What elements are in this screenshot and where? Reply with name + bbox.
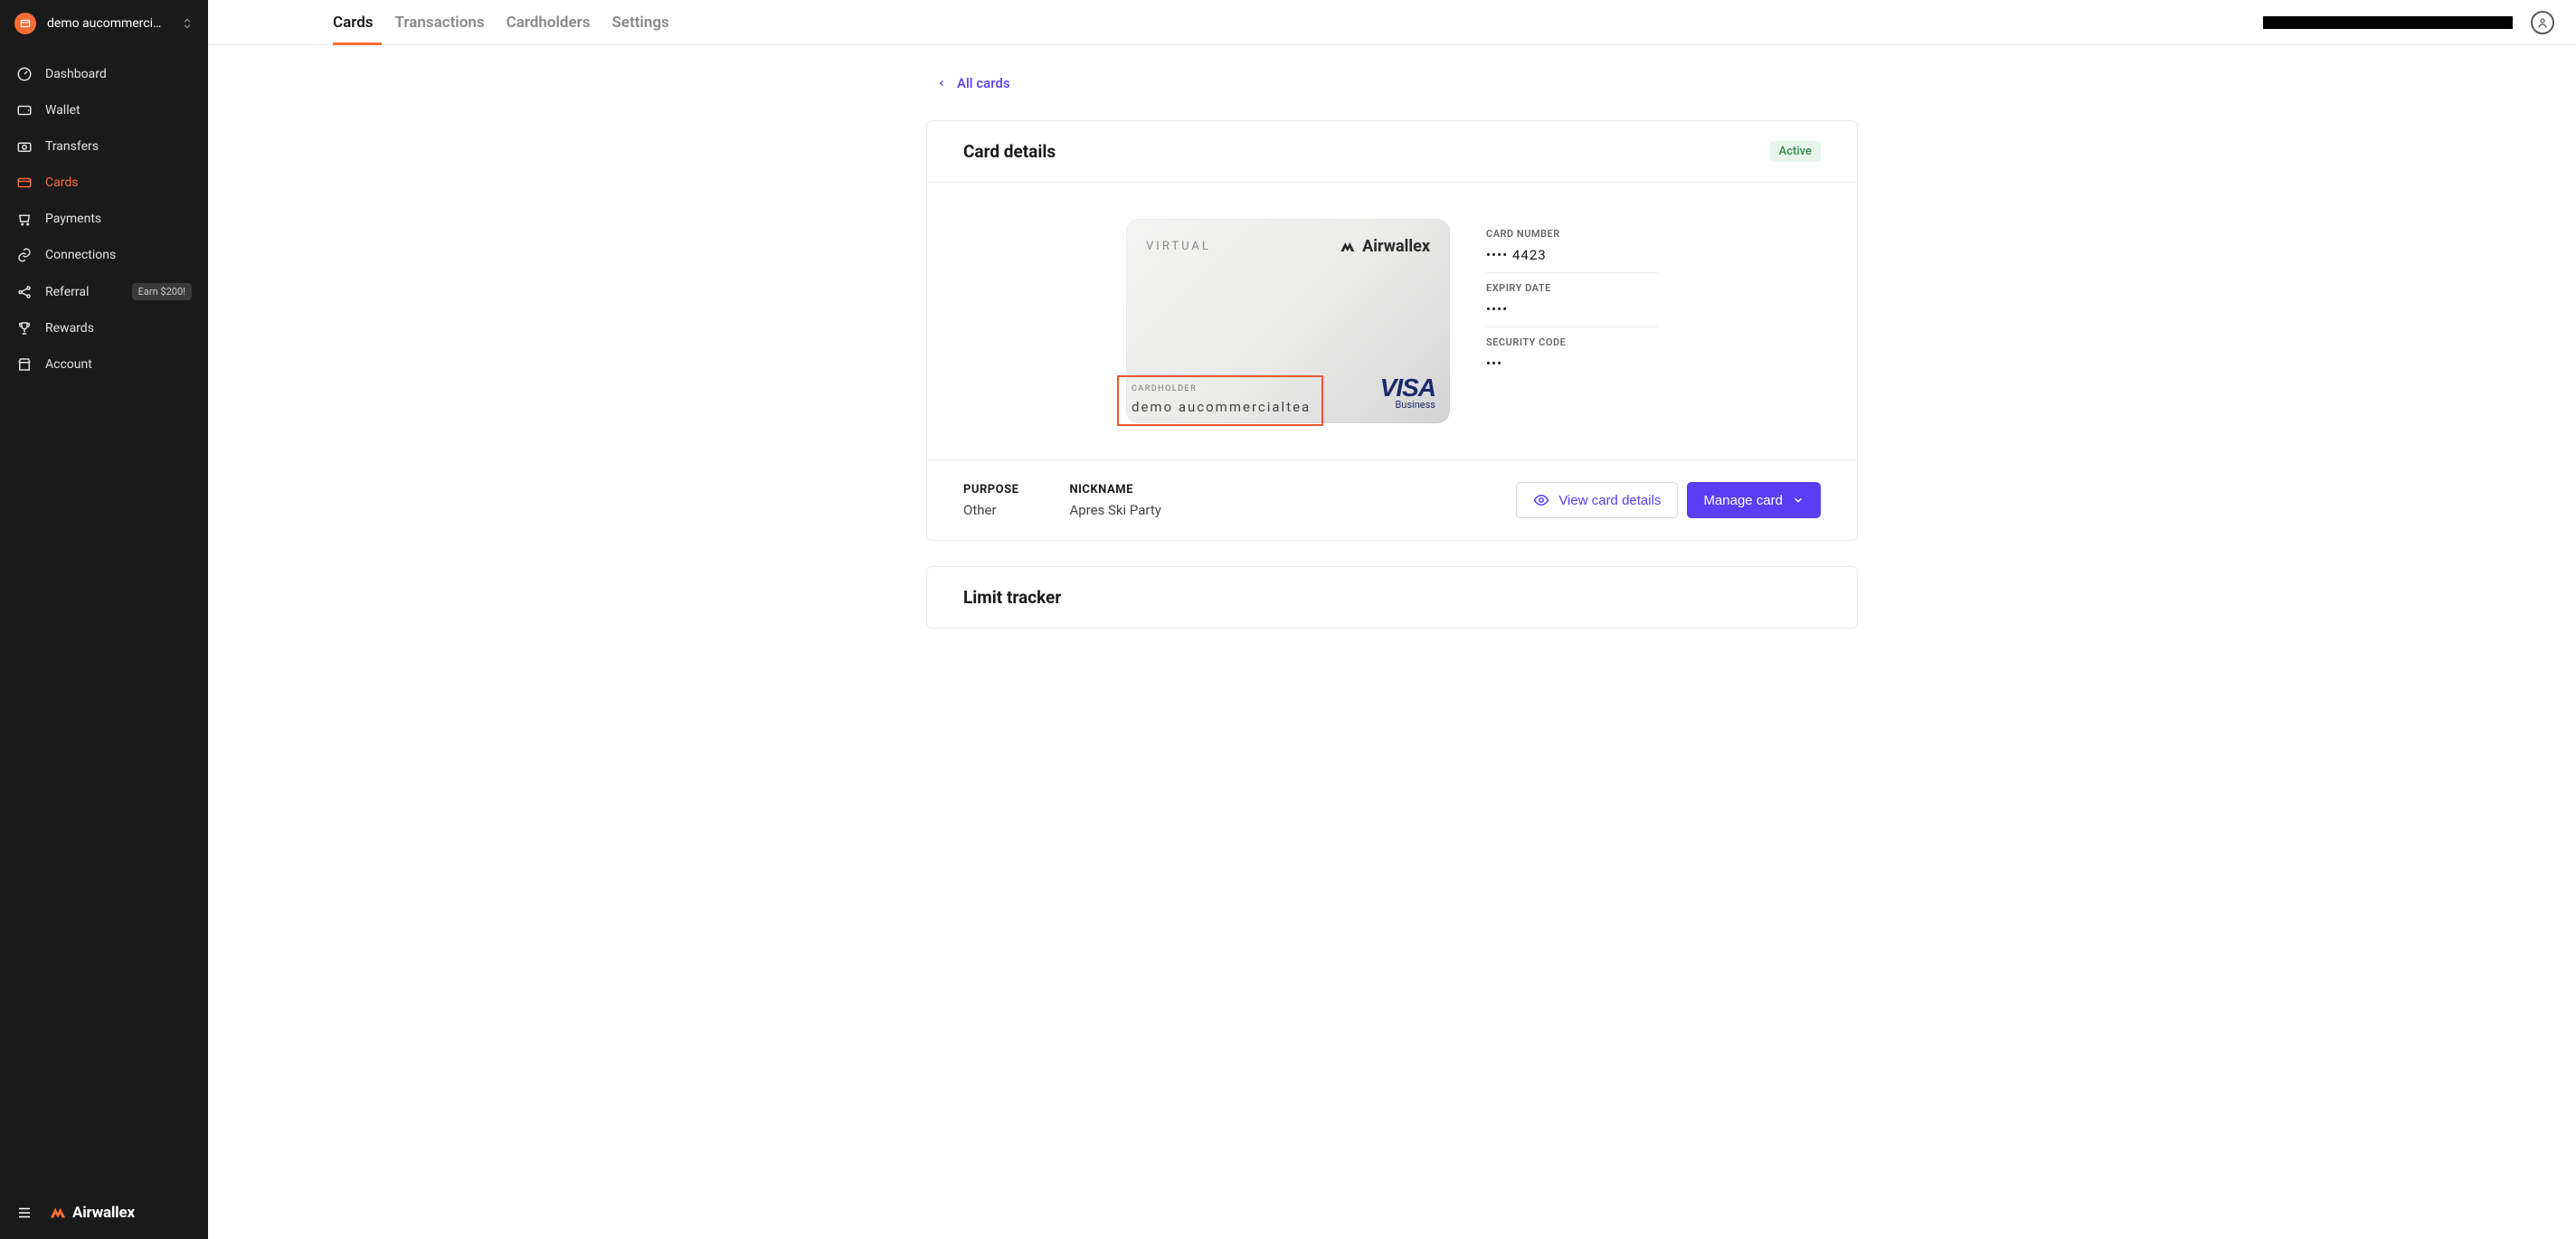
gauge-icon bbox=[16, 66, 33, 82]
tab-label: Transactions bbox=[395, 14, 485, 32]
sidebar: demo aucommerci… Dashboard Wallet Transf… bbox=[0, 0, 208, 1239]
user-icon bbox=[2535, 15, 2550, 30]
wallet-icon bbox=[16, 102, 33, 118]
panel-title: Card details bbox=[963, 141, 1056, 162]
profile-button[interactable] bbox=[2531, 11, 2554, 34]
brand-on-card: Airwallex bbox=[1362, 237, 1430, 256]
nickname-value: Apres Ski Party bbox=[1069, 502, 1160, 518]
cardholder-highlight: CARDHOLDER demo aucommercialtea… bbox=[1117, 375, 1323, 426]
sidebar-item-wallet[interactable]: Wallet bbox=[0, 92, 208, 128]
link-icon bbox=[16, 247, 33, 263]
topbar: Cards Transactions Cardholders Settings bbox=[208, 0, 2576, 45]
sidebar-item-payments[interactable]: Payments bbox=[0, 201, 208, 237]
org-avatar-icon bbox=[14, 13, 36, 34]
chevron-left-icon bbox=[937, 75, 946, 91]
sidebar-nav: Dashboard Wallet Transfers Cards Payment… bbox=[0, 47, 208, 383]
sidebar-item-label: Referral bbox=[45, 285, 89, 299]
purpose-label: PURPOSE bbox=[963, 483, 1018, 497]
tabs: Cards Transactions Cardholders Settings bbox=[333, 1, 669, 44]
tab-cardholders[interactable]: Cardholders bbox=[507, 1, 591, 44]
card-info: CARD NUMBER •••• 4423 EXPIRY DATE •••• S… bbox=[1486, 219, 1658, 423]
limit-tracker-panel: Limit tracker bbox=[926, 566, 1858, 629]
sidebar-item-label: Transfers bbox=[45, 139, 99, 154]
cvc-label: SECURITY CODE bbox=[1486, 336, 1658, 348]
sidebar-item-label: Rewards bbox=[45, 321, 94, 336]
tab-label: Cardholders bbox=[507, 14, 591, 32]
sidebar-item-label: Cards bbox=[45, 175, 78, 190]
sidebar-item-label: Wallet bbox=[45, 103, 80, 118]
eye-icon bbox=[1533, 492, 1549, 508]
view-card-details-button[interactable]: View card details bbox=[1516, 482, 1678, 518]
sidebar-item-label: Payments bbox=[45, 212, 101, 226]
brand-name: Airwallex bbox=[72, 1204, 135, 1222]
cart-icon bbox=[16, 211, 33, 227]
sidebar-item-label: Account bbox=[45, 357, 92, 372]
org-name: demo aucommerci… bbox=[47, 16, 170, 31]
camera-icon bbox=[16, 138, 33, 155]
sidebar-item-cards[interactable]: Cards bbox=[0, 165, 208, 201]
user-email-redacted bbox=[2263, 16, 2513, 29]
main: Cards Transactions Cardholders Settings … bbox=[208, 0, 2576, 1239]
status-badge: Active bbox=[1770, 141, 1821, 162]
airwallex-card-logo: Airwallex bbox=[1338, 237, 1430, 256]
chevron-down-icon bbox=[1792, 494, 1804, 506]
card-icon bbox=[16, 175, 33, 191]
share-icon bbox=[16, 284, 33, 300]
panel-title: Limit tracker bbox=[963, 587, 1061, 608]
virtual-label: VIRTUAL bbox=[1146, 240, 1211, 253]
purpose-value: Other bbox=[963, 502, 1018, 518]
tab-cards[interactable]: Cards bbox=[333, 1, 374, 44]
card-details-panel: Card details Active VIRTUAL Airwallex bbox=[926, 120, 1858, 541]
card-visual: VIRTUAL Airwallex CARDHOLDER demo aucomm… bbox=[1126, 219, 1450, 423]
card-network: VISA Business bbox=[1380, 374, 1435, 411]
expiry-label: EXPIRY DATE bbox=[1486, 282, 1658, 294]
expiry-value: •••• bbox=[1486, 301, 1658, 317]
sidebar-item-label: Dashboard bbox=[45, 67, 107, 81]
brand-logo: Airwallex bbox=[47, 1203, 135, 1223]
button-label: View card details bbox=[1558, 493, 1661, 508]
sidebar-item-transfers[interactable]: Transfers bbox=[0, 128, 208, 165]
sidebar-item-label: Connections bbox=[45, 248, 116, 262]
menu-icon[interactable] bbox=[16, 1205, 33, 1221]
tab-settings[interactable]: Settings bbox=[611, 1, 668, 44]
org-switcher[interactable]: demo aucommerci… bbox=[0, 0, 208, 47]
tab-transactions[interactable]: Transactions bbox=[395, 1, 485, 44]
nickname-label: NICKNAME bbox=[1069, 483, 1160, 497]
button-label: Manage card bbox=[1703, 493, 1783, 508]
backlink-label: All cards bbox=[957, 75, 1010, 91]
airwallex-mark-icon bbox=[1338, 238, 1356, 256]
referral-badge: Earn $200! bbox=[132, 283, 192, 300]
cardholder-name: demo aucommercialtea… bbox=[1132, 399, 1309, 415]
airwallex-mark-icon bbox=[47, 1203, 67, 1223]
sidebar-item-dashboard[interactable]: Dashboard bbox=[0, 56, 208, 92]
store-icon bbox=[16, 356, 33, 373]
card-number-value: •••• 4423 bbox=[1486, 247, 1658, 263]
sidebar-item-connections[interactable]: Connections bbox=[0, 237, 208, 273]
tab-label: Cards bbox=[333, 14, 374, 32]
sidebar-item-account[interactable]: Account bbox=[0, 346, 208, 383]
back-all-cards-link[interactable]: All cards bbox=[937, 75, 1010, 91]
sidebar-item-referral[interactable]: Referral Earn $200! bbox=[0, 273, 208, 310]
updown-icon bbox=[181, 17, 194, 30]
card-number-label: CARD NUMBER bbox=[1486, 228, 1658, 240]
tab-label: Settings bbox=[611, 14, 668, 32]
trophy-icon bbox=[16, 320, 33, 336]
manage-card-button[interactable]: Manage card bbox=[1687, 482, 1821, 518]
cvc-value: ••• bbox=[1486, 355, 1658, 372]
sidebar-item-rewards[interactable]: Rewards bbox=[0, 310, 208, 346]
cardholder-label: CARDHOLDER bbox=[1132, 384, 1309, 393]
